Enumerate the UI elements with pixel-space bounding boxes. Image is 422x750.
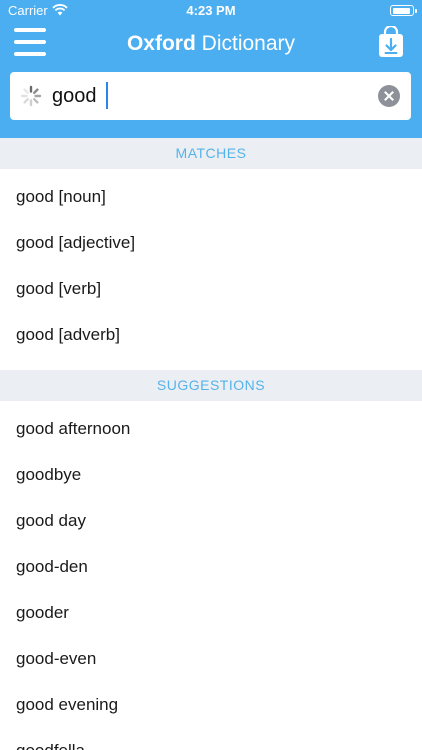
match-item[interactable]: good [adjective] [0,219,422,265]
match-item[interactable]: good [adverb] [0,311,422,357]
suggestion-item[interactable]: good evening [0,681,422,727]
status-bar: Carrier 4:23 PM [0,0,422,22]
suggestions-section-header: SUGGESTIONS [0,370,422,401]
app-header: Carrier 4:23 PM Oxford Dictionary [0,0,422,138]
status-time: 4:23 PM [186,3,236,18]
suggestion-item[interactable]: good day [0,497,422,543]
search-box [10,72,411,120]
search-input[interactable] [52,82,372,110]
download-bag-icon[interactable] [378,26,404,58]
suggestion-item[interactable]: gooder [0,589,422,635]
suggestion-item[interactable]: goodfella [0,727,422,750]
suggestion-item[interactable]: good-den [0,543,422,589]
clear-icon[interactable] [378,85,400,107]
battery-icon [390,5,417,16]
match-item[interactable]: good [verb] [0,265,422,311]
spinner-icon [20,85,42,107]
suggestion-item[interactable]: good afternoon [0,405,422,451]
app-title: Oxford Dictionary [126,32,296,55]
matches-section-header: MATCHES [0,138,422,169]
text-cursor [106,82,108,109]
suggestion-item[interactable]: goodbye [0,451,422,497]
match-item[interactable]: good [noun] [0,173,422,219]
suggestion-item[interactable]: good-even [0,635,422,681]
